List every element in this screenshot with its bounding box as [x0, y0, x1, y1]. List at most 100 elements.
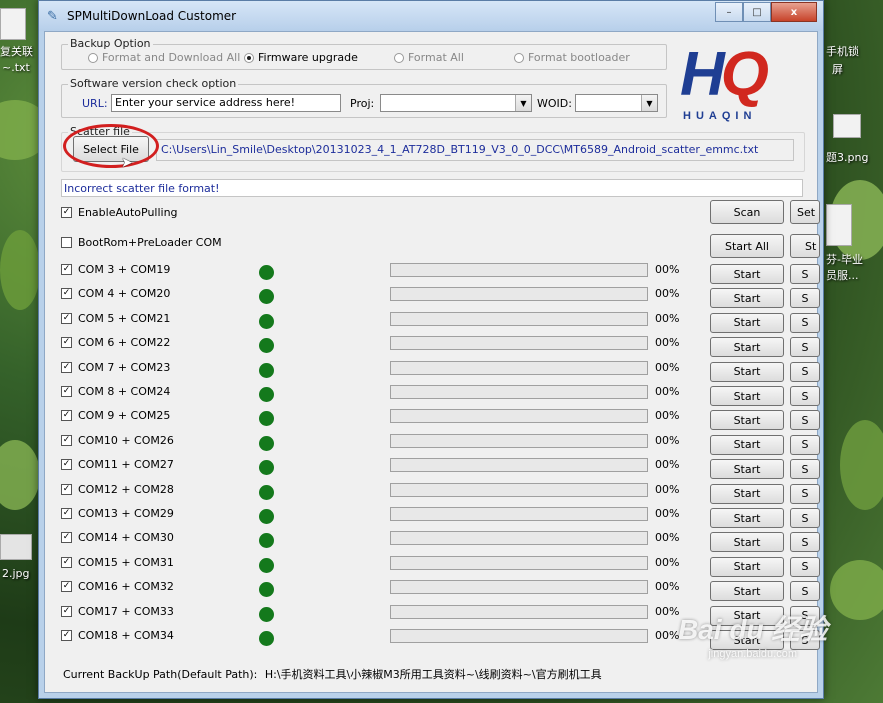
port-checkbox[interactable]: ✓ COM 9 + COM25: [61, 409, 170, 422]
port-stop-button[interactable]: S: [790, 386, 820, 406]
port-progress-text: 00%: [655, 482, 680, 496]
port-status-led: [259, 289, 274, 305]
port-checkbox[interactable]: ✓ COM 7 + COM23: [61, 361, 170, 374]
pen-icon: ✎: [47, 9, 58, 24]
desktop-file-icon[interactable]: [0, 8, 26, 40]
port-checkbox[interactable]: ✓ COM14 + COM30: [61, 531, 174, 544]
proj-dropdown[interactable]: ▼: [380, 94, 532, 112]
checkbox-indicator: ✓: [61, 630, 72, 641]
port-checkbox[interactable]: ✓ COM12 + COM28: [61, 483, 174, 496]
checkbox-indicator: ✓: [61, 581, 72, 593]
set-button[interactable]: Set I: [790, 200, 820, 224]
port-start-button[interactable]: Start: [710, 532, 784, 553]
port-checkbox[interactable]: ✓ COM15 + COM31: [61, 556, 174, 569]
window-client-area: Backup Option Format and Download All Fi…: [44, 31, 820, 693]
url-input[interactable]: Enter your service address here!: [111, 94, 341, 112]
close-button[interactable]: x: [771, 2, 817, 22]
maximize-button[interactable]: □: [743, 2, 771, 22]
port-stop-button[interactable]: S: [790, 556, 820, 577]
stop-all-button[interactable]: St: [790, 234, 820, 258]
desktop-item-label[interactable]: 屏: [832, 62, 843, 77]
desktop-item-label[interactable]: ~.txt: [2, 60, 30, 75]
enable-auto-pulling-checkbox[interactable]: ✓ EnableAutoPulling: [61, 206, 178, 219]
port-stop-button[interactable]: S: [790, 410, 820, 431]
desktop-item-label[interactable]: 复关联: [0, 44, 33, 59]
port-checkbox[interactable]: ✓ COM16 + COM32: [61, 580, 174, 593]
desktop-item-label[interactable]: 员服...: [826, 268, 859, 283]
desktop-item-label[interactable]: 2.jpg: [2, 566, 30, 581]
title-bar[interactable]: ✎ SPMultiDownLoad Customer – □ x: [39, 1, 823, 31]
port-checkbox[interactable]: ✓ COM 3 + COM19: [61, 263, 170, 276]
port-progress-text: 00%: [655, 360, 680, 374]
minimize-button[interactable]: –: [715, 2, 743, 22]
desktop-file-icon[interactable]: [833, 114, 861, 138]
port-start-button[interactable]: Start: [710, 312, 784, 333]
port-checkbox[interactable]: ✓ COM18 + COM34: [61, 629, 174, 642]
woid-dropdown[interactable]: ▼: [575, 94, 658, 112]
port-label: COM 3 + COM19: [78, 263, 171, 276]
port-stop-button[interactable]: S: [790, 434, 820, 455]
port-start-button[interactable]: Start: [710, 337, 784, 358]
port-label: COM 4 + COM20: [78, 287, 171, 301]
radio-format-bootloader[interactable]: Format bootloader: [514, 51, 630, 64]
radio-format-all[interactable]: Format All: [394, 51, 464, 64]
port-start-button[interactable]: Start: [710, 508, 784, 528]
port-start-button[interactable]: Start: [710, 581, 784, 602]
port-progress-bar: [390, 433, 648, 448]
port-status-led: [259, 533, 274, 549]
radio-firmware-upgrade[interactable]: Firmware upgrade: [244, 51, 358, 64]
desktop-item-label[interactable]: 题3.png: [826, 150, 868, 165]
port-stop-button[interactable]: S: [790, 288, 820, 309]
port-start-button[interactable]: Start: [710, 410, 784, 431]
port-stop-button[interactable]: S: [790, 312, 820, 333]
desktop-item-label[interactable]: 手机锁: [826, 44, 859, 59]
port-stop-button[interactable]: S: [790, 459, 820, 480]
port-checkbox[interactable]: ✓ COM17 + COM33: [61, 605, 174, 618]
port-label: COM 8 + COM24: [78, 385, 171, 398]
desktop-image-icon[interactable]: [0, 534, 32, 560]
checkbox-indicator: ✓: [61, 508, 72, 519]
chevron-down-icon[interactable]: ▼: [641, 95, 657, 111]
url-label: URL:: [82, 97, 108, 110]
port-status-led: [259, 582, 274, 598]
port-stop-button[interactable]: S: [790, 483, 820, 504]
port-start-button[interactable]: Start: [710, 386, 784, 406]
checkbox-indicator: ✓: [61, 410, 72, 422]
port-start-button[interactable]: Start: [710, 288, 784, 309]
backup-path-label: Current BackUp Path(Default Path):: [63, 668, 258, 681]
radio-indicator: [394, 52, 404, 63]
bootrom-preloader-checkbox[interactable]: BootRom+PreLoader COM: [61, 236, 222, 249]
desktop-item-label[interactable]: 芬-毕业: [826, 252, 863, 267]
scan-button[interactable]: Scan: [710, 200, 784, 224]
port-checkbox[interactable]: ✓ COM 6 + COM22: [61, 336, 170, 349]
radio-format-download-all[interactable]: Format and Download All: [88, 51, 240, 64]
port-stop-button[interactable]: S: [790, 361, 820, 382]
port-checkbox[interactable]: ✓ COM11 + COM27: [61, 458, 174, 471]
port-stop-button[interactable]: S: [790, 264, 820, 284]
watermark-url: jingyan.baidu.com: [708, 648, 797, 660]
port-checkbox[interactable]: ✓ COM13 + COM29: [61, 507, 174, 520]
port-start-button[interactable]: Start: [710, 556, 784, 577]
logo-mark-left: H: [680, 40, 725, 109]
port-stop-button[interactable]: S: [790, 337, 820, 358]
port-start-button[interactable]: Start: [710, 264, 784, 284]
port-start-button[interactable]: Start: [710, 459, 784, 480]
port-checkbox[interactable]: ✓ COM 4 + COM20: [61, 287, 170, 300]
port-start-button[interactable]: Start: [710, 361, 784, 382]
port-progress-text: 00%: [655, 458, 680, 472]
checkbox-indicator: ✓: [61, 483, 72, 495]
port-checkbox[interactable]: ✓ COM 5 + COM21: [61, 312, 170, 325]
start-all-button[interactable]: Start All: [710, 234, 784, 258]
port-progress-text: 00%: [655, 604, 680, 618]
port-start-button[interactable]: Start: [710, 434, 784, 455]
port-stop-button[interactable]: S: [790, 508, 820, 528]
port-checkbox[interactable]: ✓ COM10 + COM26: [61, 434, 174, 447]
logo-mark-right: Q: [720, 40, 769, 109]
port-stop-button[interactable]: S: [790, 532, 820, 553]
port-checkbox[interactable]: ✓ COM 8 + COM24: [61, 385, 170, 398]
port-stop-button[interactable]: S: [790, 581, 820, 602]
app-window: ✎ SPMultiDownLoad Customer – □ x Backup …: [38, 0, 824, 699]
port-start-button[interactable]: Start: [710, 483, 784, 504]
chevron-down-icon[interactable]: ▼: [515, 95, 531, 111]
desktop-doc-icon[interactable]: [826, 204, 852, 246]
